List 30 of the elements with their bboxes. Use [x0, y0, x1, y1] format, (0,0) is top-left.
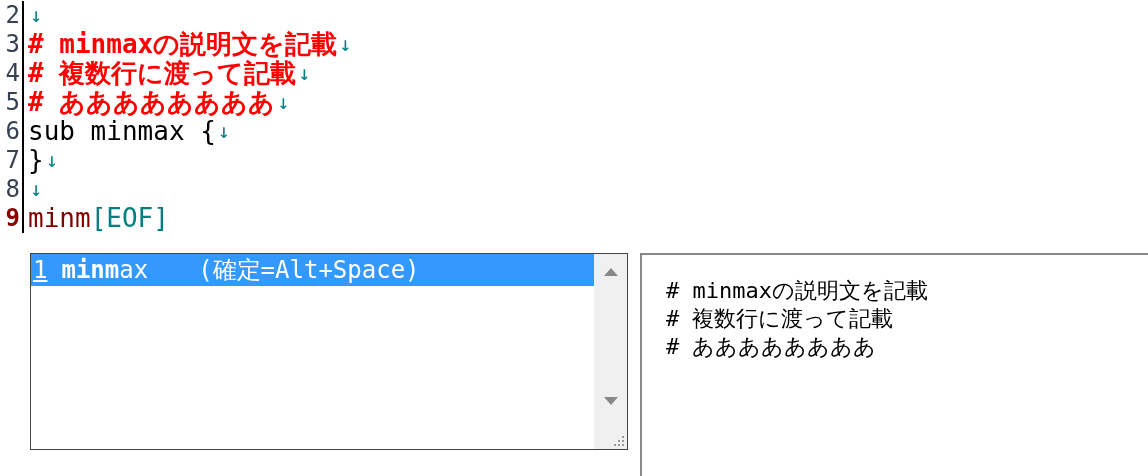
scrollbar[interactable]	[594, 254, 627, 449]
newline-marker: ↓	[45, 147, 58, 174]
completion-item[interactable]: 1 minmax (確定=Alt+Space)	[31, 254, 594, 286]
line-number: 9	[4, 204, 20, 233]
description-line: # 複数行に渡って記載	[666, 305, 895, 333]
description-line: # ああああああああ	[666, 333, 878, 361]
newline-marker: ↓	[30, 176, 43, 203]
line-number: 7	[4, 146, 20, 175]
code-text: minm	[28, 204, 91, 233]
line-number: 4	[4, 59, 20, 88]
line-number: 6	[4, 117, 20, 146]
newline-marker: ↓	[339, 31, 352, 58]
line-number: 2	[4, 1, 20, 30]
newline-marker: ↓	[217, 118, 230, 145]
scroll-down-icon[interactable]	[603, 397, 618, 405]
code-comment: # 複数行に渡って記載	[28, 59, 297, 88]
line-number: 5	[4, 88, 20, 117]
newline-marker: ↓	[30, 2, 43, 29]
line-number: 8	[4, 175, 20, 204]
newline-marker: ↓	[277, 89, 290, 116]
resize-grip-icon[interactable]	[611, 433, 625, 447]
scroll-up-icon[interactable]	[603, 268, 618, 276]
line-number: 3	[4, 30, 20, 59]
code-comment: # minmaxの説明文を記載	[28, 30, 338, 59]
newline-marker: ↓	[298, 60, 311, 87]
code-comment: # ああああああああ	[28, 88, 276, 117]
code-text: }	[28, 146, 44, 175]
eof-marker: [EOF]	[90, 204, 169, 233]
code-text: sub minmax {	[28, 117, 216, 146]
description-line: # minmaxの説明文を記載	[666, 277, 929, 305]
